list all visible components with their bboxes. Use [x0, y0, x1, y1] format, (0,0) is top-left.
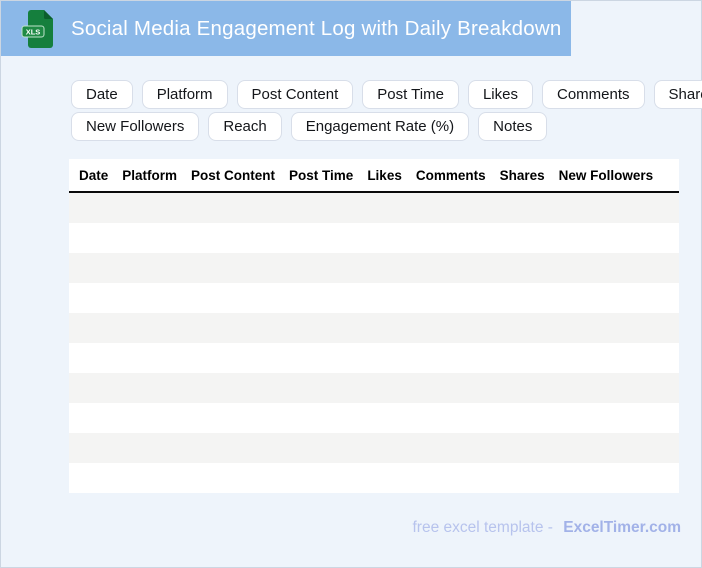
table-row — [69, 463, 679, 493]
column-header-new-followers: New Followers — [558, 168, 654, 183]
table-row — [69, 433, 679, 463]
table-row — [69, 373, 679, 403]
chip-post-content[interactable]: Post Content — [236, 80, 354, 109]
column-header-comments: Comments — [415, 168, 486, 183]
table-row — [69, 253, 679, 283]
chip-shares[interactable]: Shares — [653, 80, 702, 109]
column-header-date: Date — [79, 168, 109, 183]
footer: free excel template - ExcelTimer.com — [412, 519, 681, 537]
chip-row-2: New Followers Reach Engagement Rate (%) Not… — [71, 112, 671, 141]
chip-row-1: Date Platform Post Content Post Time Likes Co… — [71, 80, 702, 109]
chip-likes[interactable]: Likes — [467, 80, 533, 109]
column-header-platform: Platform — [122, 168, 178, 183]
spreadsheet-preview: Date Platform Post Content Post Time Likes Co… — [69, 159, 679, 493]
chip-reach[interactable]: Reach — [208, 112, 282, 141]
table-row — [69, 223, 679, 253]
table-row — [69, 193, 679, 223]
chip-platform[interactable]: Platform — [141, 80, 228, 109]
chip-notes[interactable]: Notes — [478, 112, 548, 141]
chip-post-time[interactable]: Post Time — [362, 80, 459, 109]
title-banner: XLS Social Media Engagement Log with Dai… — [1, 1, 571, 56]
page-title: Social Media Engagement Log with Daily B… — [71, 16, 562, 40]
column-header-post-time: Post Time — [289, 168, 354, 183]
column-header-post-content: Post Content — [191, 168, 276, 183]
xls-file-icon: XLS — [21, 9, 53, 48]
table-header-row: Date Platform Post Content Post Time Likes Co… — [69, 159, 679, 193]
footer-text: free excel template - — [412, 519, 553, 536]
brand-link[interactable]: ExcelTimer.com — [563, 519, 681, 536]
column-header-shares: Shares — [499, 168, 545, 183]
chip-comments[interactable]: Comments — [541, 80, 645, 109]
chip-engagement-rate[interactable]: Engagement Rate (%) — [290, 112, 470, 141]
column-header-likes: Likes — [367, 168, 402, 183]
chip-date[interactable]: Date — [71, 80, 133, 109]
table-row — [69, 313, 679, 343]
chip-new-followers[interactable]: New Followers — [71, 112, 200, 141]
table-row — [69, 283, 679, 313]
xls-badge-label: XLS — [26, 27, 41, 36]
table-row — [69, 403, 679, 433]
table-body — [69, 193, 679, 493]
column-chips: Date Platform Post Content Post Time Likes Co… — [71, 80, 702, 141]
table-row — [69, 343, 679, 373]
